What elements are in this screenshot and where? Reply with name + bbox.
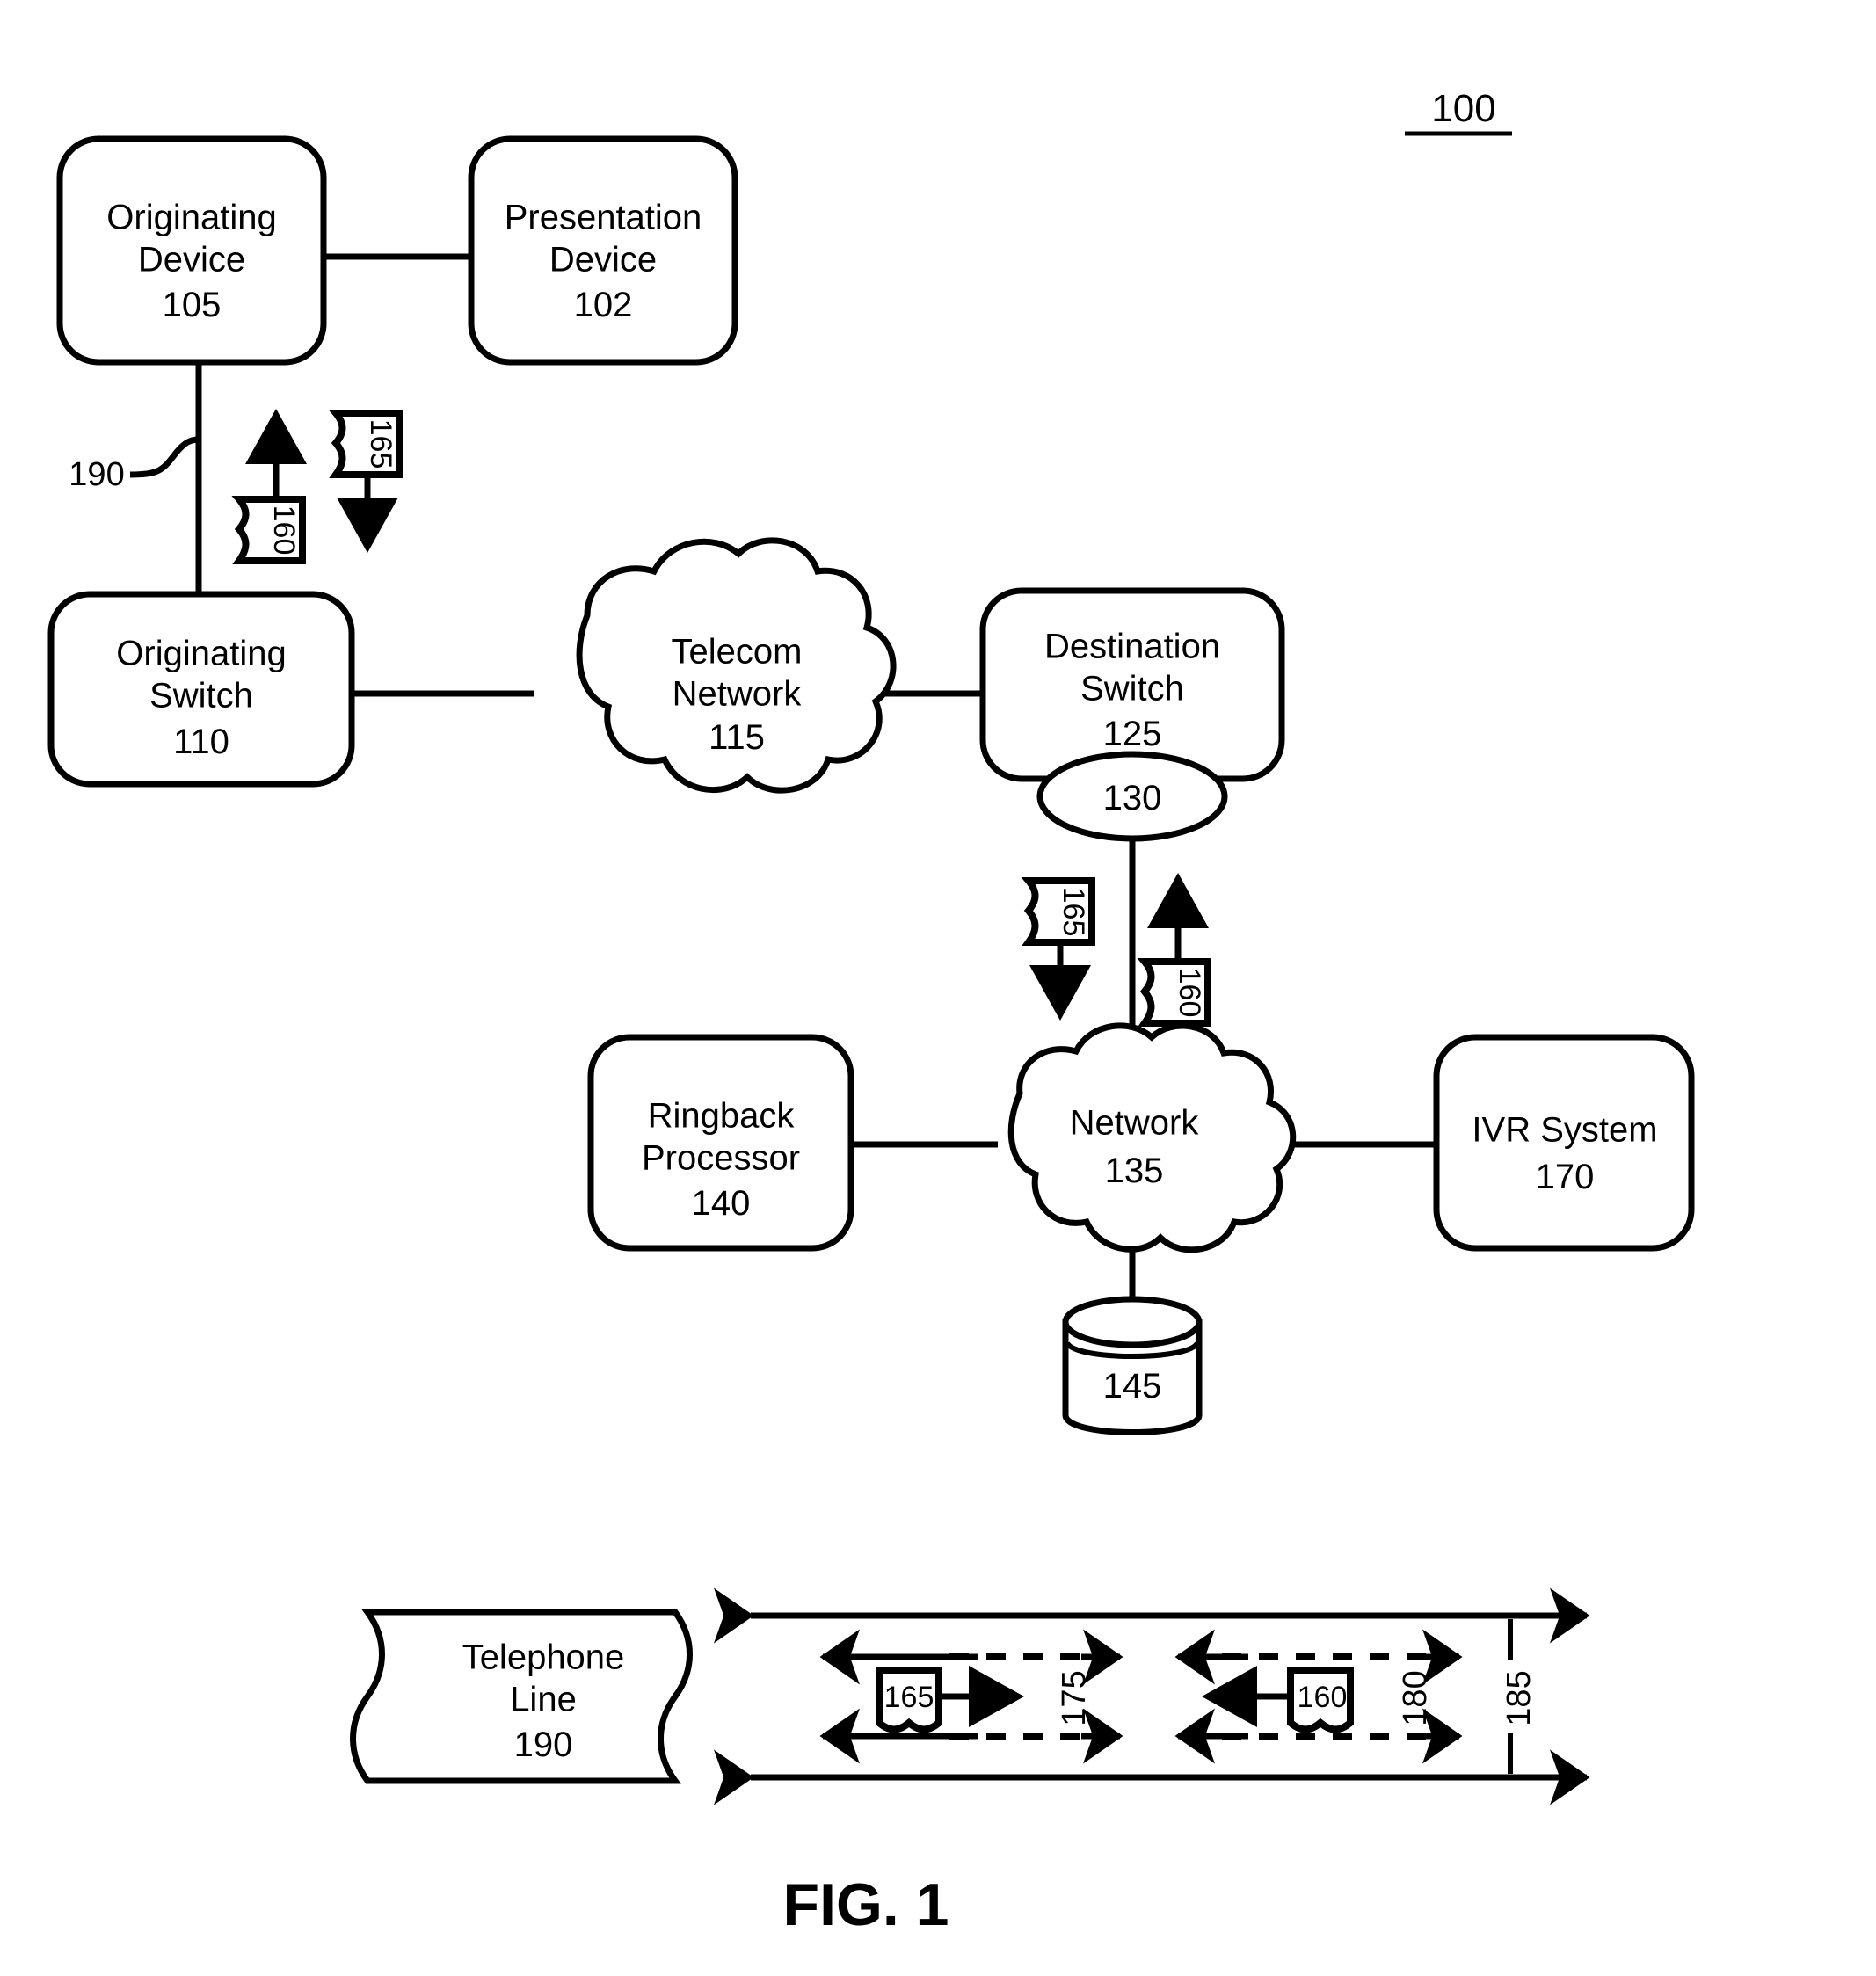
originating-device-label-line1: Originating [106,199,276,237]
ringback-processor-label-line1: Ringback [648,1097,796,1136]
node-ringback-processor[interactable]: Ringback Processor 140 [587,1034,854,1252]
originating-device-label-line2: Device [138,241,245,280]
trunk-group-ref: 130 [1103,779,1162,817]
presentation-device-label-line2: Device [549,241,657,280]
figure-number-text: 100 [1431,87,1495,130]
presentation-device-ref: 102 [574,286,633,324]
originating-switch-ref: 110 [173,723,229,761]
line-190-label: 190 [69,456,124,493]
telephone-line-panel: Telephone Line 190 185 175 165 180 160 [350,1587,1590,1805]
node-originating-device[interactable]: Originating Device 105 [56,135,327,366]
node-telecom-network[interactable]: Telecom Network 115 [576,537,897,794]
telecom-network-ref: 115 [709,718,765,757]
packet-165-label: 165 [364,419,397,469]
node-database-145[interactable]: 145 [1062,1296,1203,1435]
packet-160-mid-label: 160 [1173,968,1206,1018]
telephone-line-ref: 190 [514,1725,573,1764]
packet-160-mid-group: 160 [1137,873,1211,1027]
destination-switch-label-line1: Destination [1044,628,1220,666]
packet-165-panel-label: 165 [884,1681,934,1714]
packet-160-upstream-group: 160 [231,409,307,564]
packet-165-mid-group: 165 [1021,877,1095,1021]
database-ref: 145 [1103,1367,1162,1406]
telecom-network-label-line2: Network [673,675,803,714]
channel-175-group: 175 165 [819,1629,1123,1764]
telephone-line-label-line2: Line [510,1681,577,1719]
node-originating-switch[interactable]: Originating Switch 110 [47,591,355,788]
figure-caption: FIG. 1 [783,1871,949,1938]
originating-device-ref: 105 [163,286,222,324]
ringback-processor-ref: 140 [692,1184,751,1223]
destination-switch-label-line2: Switch [1080,670,1184,708]
node-ivr-system[interactable]: IVR System 170 [1433,1034,1695,1252]
packet-165-mid-label: 165 [1057,887,1090,937]
ivr-system-label-line1: IVR System [1472,1111,1657,1150]
channel-180-group: 180 160 [1174,1629,1463,1764]
channel-180-label: 180 [1397,1670,1434,1725]
line-185-label: 185 [1501,1670,1538,1725]
packet-160-panel-label: 160 [1298,1681,1348,1714]
line-190-leader-curve [129,436,200,478]
node-trunk-group-130[interactable]: 130 [1036,751,1228,842]
figure-reference-100: 100 [1405,87,1512,136]
node-network[interactable]: Network 135 [1007,1022,1297,1253]
packet-160-label: 160 [267,505,301,556]
destination-switch-ref: 125 [1103,715,1162,753]
patent-figure-1: 100 Originating Device 105 Presentation … [0,0,1876,1976]
network-label-line1: Network [1070,1104,1200,1143]
node-destination-switch[interactable]: Destination Switch 125 [979,587,1285,782]
telephone-line-label-line1: Telephone [462,1638,625,1677]
database-top-ellipse [1062,1296,1203,1348]
figure-canvas: 100 Originating Device 105 Presentation … [47,87,1695,1938]
ivr-system-ref: 170 [1536,1158,1595,1196]
presentation-device-label-line1: Presentation [505,199,702,237]
ringback-processor-label-line2: Processor [642,1139,800,1178]
node-presentation-device[interactable]: Presentation Device 102 [468,135,738,366]
originating-switch-label-line1: Originating [116,635,286,673]
channel-175-label: 175 [1056,1670,1093,1725]
telephone-line-190-leader: 190 [69,436,200,493]
telecom-network-label-line1: Telecom [672,633,803,672]
originating-switch-label-line2: Switch [149,677,253,716]
packet-165-downstream-group: 165 [328,410,403,553]
network-ref: 135 [1105,1151,1164,1190]
